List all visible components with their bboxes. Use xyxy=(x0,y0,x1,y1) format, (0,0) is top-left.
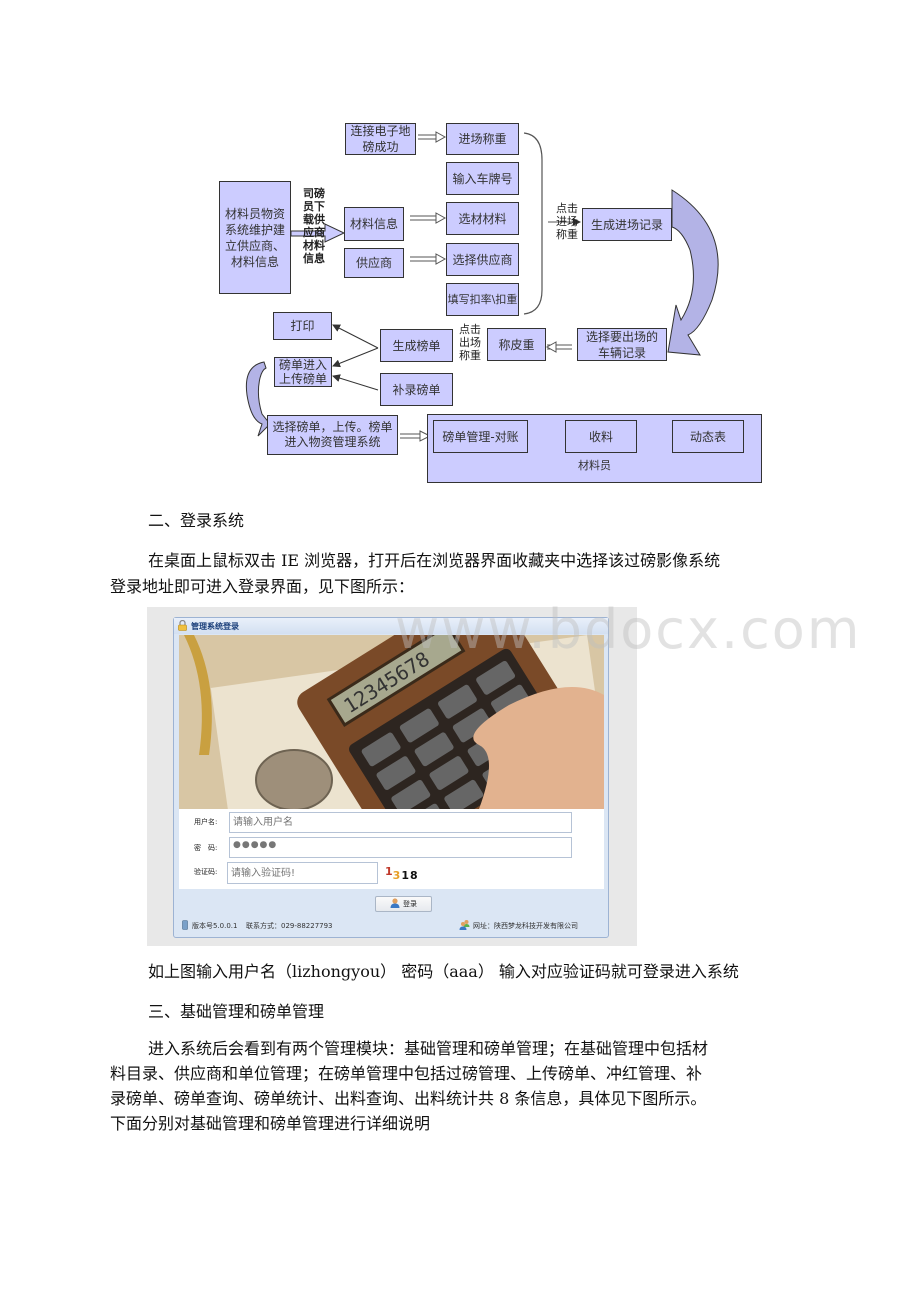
box-reconcile: 磅单管理-对账 xyxy=(433,420,528,453)
box-entry-weigh: 进场称重 xyxy=(446,123,519,155)
box-enter-plate: 输入车牌号 xyxy=(446,162,519,195)
box-material-info: 材料信息 xyxy=(344,207,404,241)
section3-line2: 料目录、供应商和单位管理；在磅单管理中包括过磅管理、上传磅单、冲红管理、补 xyxy=(110,1064,703,1083)
password-input[interactable]: ●●●●● xyxy=(229,837,572,858)
captcha-digit: 8 xyxy=(409,869,418,882)
box-select-exit-vehicle: 选择要出场的车辆记录 xyxy=(577,328,667,361)
login-form: 用户名: 密 码: ●●●●● 验证码: 1318 xyxy=(179,809,604,889)
calculator-photo: 12345678 xyxy=(179,635,604,809)
password-label: 密 码: xyxy=(194,844,218,852)
box-select-upload: 选择磅单，上传。榜单进入物资管理系统 xyxy=(267,415,398,455)
box-select-material: 选材材料 xyxy=(446,202,519,235)
username-label: 用户名: xyxy=(194,818,218,826)
box-fill-deduction: 填写扣率\扣重 xyxy=(446,283,519,316)
captcha-label: 验证码: xyxy=(194,868,218,876)
section3-line1: 进入系统后会看到有两个管理模块：基础管理和磅单管理；在基础管理中包括材 xyxy=(148,1039,709,1058)
box-supplier: 供应商 xyxy=(344,248,404,278)
users-icon xyxy=(459,919,470,932)
box-gen-entry-record: 生成进场记录 xyxy=(582,208,672,241)
box-select-supplier: 选择供应商 xyxy=(446,243,519,276)
box-gen-slip: 生成榜单 xyxy=(380,329,453,362)
box-print: 打印 xyxy=(273,312,332,340)
status-bar: 版本号5.0.0.1 联系方式：029-88227793 网址：陕西梦龙科技开发… xyxy=(179,918,604,934)
login-window: 管理系统登录 12345678 用户名: 请输入用户名 密 码: ●●●●● 验… xyxy=(173,617,609,938)
contact-text: 联系方式：029-88227793 xyxy=(246,922,333,930)
login-button-label: 登录 xyxy=(403,900,417,908)
flowchart: 材料员物资系统维护建立供应商、材料信息 司磅员下载供应商材料信息 材料信息 供应… xyxy=(0,0,920,500)
coin xyxy=(255,749,333,809)
phone-icon xyxy=(182,920,188,932)
box-supplement-slip: 补录磅单 xyxy=(380,373,453,406)
window-title: 管理系统登录 xyxy=(191,622,239,631)
watermark: www.bdocx.com xyxy=(395,598,862,661)
box-source: 材料员物资系统维护建立供应商、材料信息 xyxy=(219,181,291,294)
label-click-exit: 点击出场称重 xyxy=(459,323,481,362)
section2-heading: 二、登录系统 xyxy=(148,511,245,530)
password-value: ●●●●● xyxy=(233,840,278,850)
box-receive: 收料 xyxy=(565,420,637,453)
label-download: 司磅员下载供应商材料信息 xyxy=(303,187,325,265)
captcha-input[interactable] xyxy=(227,862,378,884)
screenshot-caption: 如上图输入用户名（lizhongyou） 密码（aaa） 输入对应验证码就可登录… xyxy=(148,962,739,981)
captcha-digit: 3 xyxy=(392,869,401,882)
section2-body-line1: 在桌面上鼠标双击 IE 浏览器，打开后在浏览器界面收藏夹中选择该过磅影像系统 xyxy=(148,551,721,570)
username-input[interactable] xyxy=(229,812,572,833)
box-tare-weigh: 称皮重 xyxy=(487,328,546,361)
section3-line3: 录磅单、磅单查询、磅单统计、出料查询、出料统计共 8 条信息，具体见下图所示。 xyxy=(110,1089,707,1108)
captcha-digit: 1 xyxy=(401,869,409,882)
section2-body-line2: 登录地址即可进入登录界面，见下图所示： xyxy=(110,577,415,596)
lock-icon xyxy=(178,619,187,631)
brace xyxy=(523,132,543,315)
box-dynamic-table: 动态表 xyxy=(672,420,744,453)
login-button[interactable]: 登录 xyxy=(375,896,432,912)
captcha-image[interactable]: 1318 xyxy=(385,863,430,882)
section3-line4: 下面分别对基础管理和磅单管理进行详细说明 xyxy=(110,1114,431,1133)
box-connect-scale: 连接电子地磅成功 xyxy=(345,123,416,155)
user-icon xyxy=(390,898,400,910)
label-click-entry: 点击进场称重 xyxy=(556,202,578,241)
section3-heading: 三、基础管理和磅单管理 xyxy=(148,1002,325,1021)
box-slip-upload: 磅单进入上传磅单 xyxy=(274,357,332,387)
curved-arrow-right xyxy=(667,189,719,356)
website-text: 网址：陕西梦龙科技开发有限公司 xyxy=(473,922,578,930)
captcha-digit: 1 xyxy=(385,865,393,878)
version-text: 版本号5.0.0.1 xyxy=(192,922,238,930)
